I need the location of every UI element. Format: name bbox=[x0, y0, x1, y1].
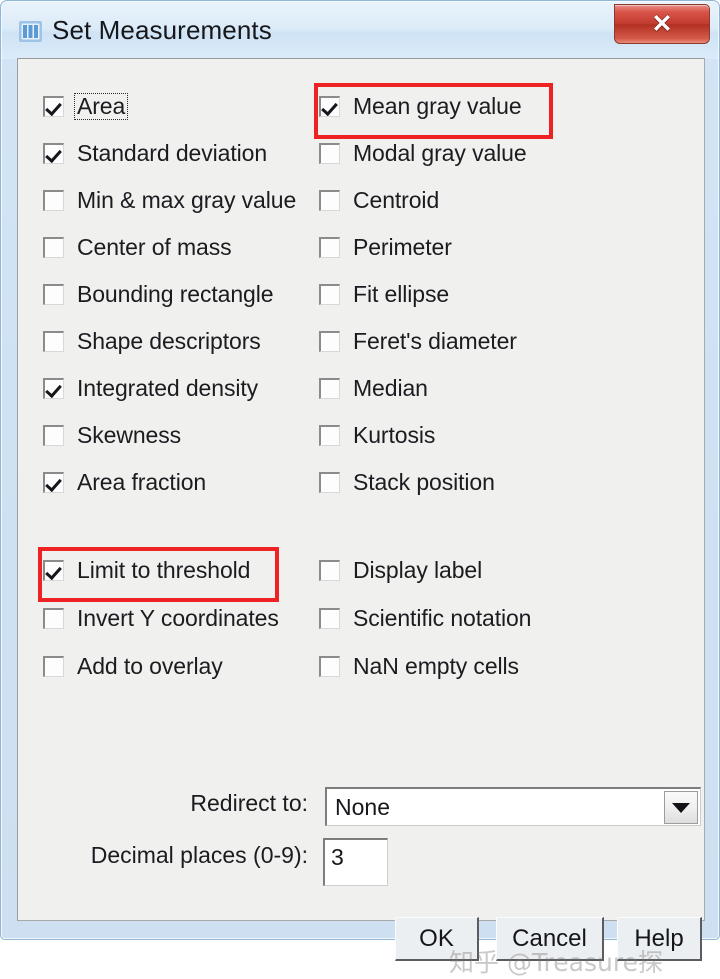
checkbox-row-centroid[interactable]: Centroid bbox=[319, 185, 442, 215]
checkbox-label-display-label: Display label bbox=[353, 556, 483, 583]
ok-button[interactable]: OK bbox=[395, 917, 479, 961]
checkbox-centroid[interactable] bbox=[319, 189, 340, 211]
imagej-measure-icon bbox=[19, 21, 42, 42]
checkbox-limit-to-threshold[interactable] bbox=[43, 559, 64, 581]
dialog-client-area: Area Standard deviation Min & max gray val… bbox=[17, 58, 705, 977]
checkbox-feret-s-diameter[interactable] bbox=[319, 330, 340, 352]
checkbox-center-of-mass[interactable] bbox=[43, 236, 64, 258]
checkbox-area-fraction[interactable] bbox=[43, 471, 64, 493]
checkbox-scientific-notation[interactable] bbox=[319, 607, 340, 629]
checkbox-label-skewness: Skewness bbox=[77, 421, 182, 448]
checkbox-row-center-of-mass[interactable]: Center of mass bbox=[43, 232, 235, 262]
checkbox-modal-gray-value[interactable] bbox=[319, 142, 340, 164]
checkbox-label-nan-empty-cells: NaN empty cells bbox=[353, 652, 519, 679]
checkbox-kurtosis[interactable] bbox=[319, 424, 340, 446]
checkbox-row-shape-descriptors[interactable]: Shape descriptors bbox=[43, 326, 264, 356]
help-button[interactable]: Help bbox=[617, 917, 702, 961]
checkbox-label-mean-gray-value: Mean gray value bbox=[353, 92, 522, 119]
checkbox-row-median[interactable]: Median bbox=[319, 373, 431, 403]
checkbox-label-integrated-density: Integrated density bbox=[77, 374, 259, 401]
checkbox-label-perimeter: Perimeter bbox=[353, 233, 452, 260]
checkbox-row-area[interactable]: Area bbox=[43, 91, 129, 121]
set-measurements-dialog: Set Measurements ✕ Area Standard deviatio… bbox=[0, 0, 720, 977]
checkbox-row-limit-to-threshold[interactable]: Limit to threshold bbox=[43, 555, 253, 585]
checkbox-label-min-max-gray-value: Min & max gray value bbox=[77, 186, 297, 213]
checkbox-row-bounding-rectangle[interactable]: Bounding rectangle bbox=[43, 279, 276, 309]
checkbox-label-stack-position: Stack position bbox=[353, 468, 495, 495]
checkbox-row-fit-ellipse[interactable]: Fit ellipse bbox=[319, 279, 452, 309]
close-button[interactable]: ✕ bbox=[614, 4, 710, 44]
checkbox-nan-empty-cells[interactable] bbox=[319, 655, 340, 677]
checkbox-row-add-to-overlay[interactable]: Add to overlay bbox=[43, 651, 226, 681]
checkbox-label-shape-descriptors: Shape descriptors bbox=[77, 327, 261, 354]
checkbox-label-median: Median bbox=[353, 374, 428, 401]
checkbox-label-modal-gray-value: Modal gray value bbox=[353, 139, 527, 166]
checkbox-label-add-to-overlay: Add to overlay bbox=[77, 652, 223, 679]
checkbox-row-scientific-notation[interactable]: Scientific notation bbox=[319, 603, 534, 633]
checkbox-row-modal-gray-value[interactable]: Modal gray value bbox=[319, 138, 530, 168]
checkbox-row-feret-s-diameter[interactable]: Feret's diameter bbox=[319, 326, 520, 356]
checkbox-row-stack-position[interactable]: Stack position bbox=[319, 467, 498, 497]
checkbox-label-bounding-rectangle: Bounding rectangle bbox=[77, 280, 274, 307]
redirect-selected-value: None bbox=[335, 793, 390, 820]
checkbox-perimeter[interactable] bbox=[319, 236, 340, 258]
checkbox-area[interactable] bbox=[43, 95, 64, 117]
checkbox-label-area: Area bbox=[74, 92, 129, 120]
checkbox-row-nan-empty-cells[interactable]: NaN empty cells bbox=[319, 651, 522, 681]
checkbox-shape-descriptors[interactable] bbox=[43, 330, 64, 352]
checkbox-label-centroid: Centroid bbox=[353, 186, 440, 213]
checkbox-label-fit-ellipse: Fit ellipse bbox=[353, 280, 450, 307]
checkbox-stack-position[interactable] bbox=[319, 471, 340, 493]
checkbox-row-display-label[interactable]: Display label bbox=[319, 555, 485, 585]
redirect-label: Redirect to: bbox=[190, 790, 308, 816]
checkbox-row-standard-deviation[interactable]: Standard deviation bbox=[43, 138, 270, 168]
checkbox-row-skewness[interactable]: Skewness bbox=[43, 420, 184, 450]
cancel-button-label: Cancel bbox=[512, 924, 587, 952]
checkbox-row-mean-gray-value[interactable]: Mean gray value bbox=[319, 91, 525, 121]
checkbox-add-to-overlay[interactable] bbox=[43, 655, 64, 677]
checkbox-mean-gray-value[interactable] bbox=[319, 95, 340, 117]
decimal-places-input[interactable]: 3 bbox=[323, 838, 388, 886]
decimal-places-label: Decimal places (0-9): bbox=[90, 842, 308, 868]
checkbox-label-standard-deviation: Standard deviation bbox=[77, 139, 268, 166]
checkbox-fit-ellipse[interactable] bbox=[319, 283, 340, 305]
checkbox-median[interactable] bbox=[319, 377, 340, 399]
checkbox-row-perimeter[interactable]: Perimeter bbox=[319, 232, 455, 262]
close-icon: ✕ bbox=[651, 9, 673, 38]
checkbox-display-label[interactable] bbox=[319, 559, 340, 581]
checkbox-label-kurtosis: Kurtosis bbox=[353, 421, 436, 448]
checkbox-label-scientific-notation: Scientific notation bbox=[353, 604, 532, 631]
checkbox-label-area-fraction: Area fraction bbox=[77, 468, 207, 495]
checkbox-label-center-of-mass: Center of mass bbox=[77, 233, 232, 260]
help-button-label: Help bbox=[634, 924, 684, 952]
checkbox-integrated-density[interactable] bbox=[43, 377, 64, 399]
checkbox-invert-y-coordinates[interactable] bbox=[43, 607, 64, 629]
checkbox-row-integrated-density[interactable]: Integrated density bbox=[43, 373, 261, 403]
window-title: Set Measurements bbox=[52, 15, 272, 45]
checkbox-min-max-gray-value[interactable] bbox=[43, 189, 64, 211]
checkbox-row-area-fraction[interactable]: Area fraction bbox=[43, 467, 209, 497]
redirect-select[interactable]: None bbox=[325, 787, 701, 826]
ok-button-label: OK bbox=[419, 924, 454, 952]
checkbox-label-feret-s-diameter: Feret's diameter bbox=[353, 327, 517, 354]
checkbox-skewness[interactable] bbox=[43, 424, 64, 446]
title-bar[interactable]: Set Measurements ✕ bbox=[2, 2, 718, 59]
cancel-button[interactable]: Cancel bbox=[496, 917, 604, 961]
checkbox-row-invert-y-coordinates[interactable]: Invert Y coordinates bbox=[43, 603, 282, 633]
checkbox-bounding-rectangle[interactable] bbox=[43, 283, 64, 305]
chevron-down-icon[interactable] bbox=[664, 791, 698, 824]
checkbox-row-kurtosis[interactable]: Kurtosis bbox=[319, 420, 438, 450]
decimal-places-value: 3 bbox=[331, 844, 344, 870]
checkbox-standard-deviation[interactable] bbox=[43, 142, 64, 164]
checkbox-label-limit-to-threshold: Limit to threshold bbox=[77, 556, 251, 583]
checkbox-row-min-max-gray-value[interactable]: Min & max gray value bbox=[43, 185, 299, 215]
checkbox-label-invert-y-coordinates: Invert Y coordinates bbox=[77, 604, 279, 631]
